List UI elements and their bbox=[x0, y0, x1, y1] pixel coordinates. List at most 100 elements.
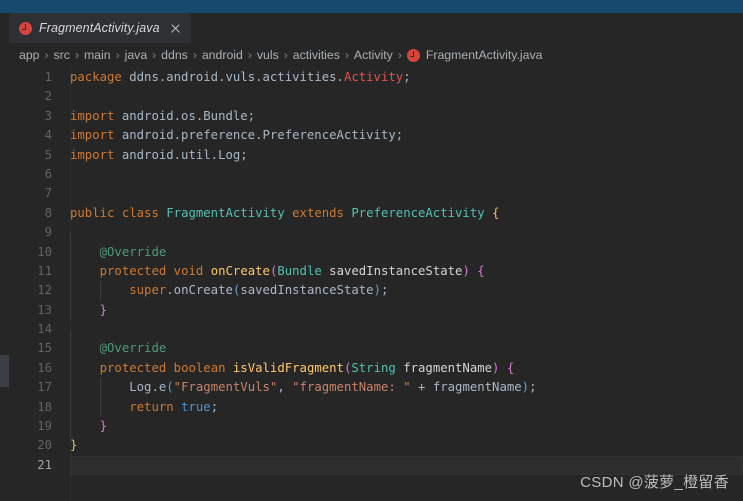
code-line[interactable]: 18 return true; bbox=[9, 397, 743, 418]
code-line[interactable]: 20} bbox=[9, 436, 743, 455]
indent-guide bbox=[70, 281, 71, 301]
line-number: 15 bbox=[37, 341, 52, 356]
ide-window: FragmentActivity.java app › src › main › java ›… bbox=[0, 0, 743, 501]
code-line[interactable]: 12 super.onCreate(savedInstanceState); bbox=[9, 281, 743, 301]
indent-guide bbox=[70, 358, 71, 379]
code-line[interactable]: 4 import android.preference.PreferenceAct… bbox=[9, 126, 743, 145]
code-line[interactable]: 15 @Override bbox=[9, 339, 743, 359]
breadcrumb-item-java[interactable]: java bbox=[125, 48, 148, 62]
line-number: 7 bbox=[44, 186, 52, 201]
left-tool-strip[interactable] bbox=[0, 13, 9, 501]
code-token: void bbox=[173, 263, 204, 278]
code-token: String bbox=[351, 360, 396, 375]
breadcrumb: app › src › main › java › ddns › android › vuls › acti… bbox=[9, 45, 743, 65]
breadcrumb-item-file[interactable]: FragmentActivity.java bbox=[406, 48, 542, 62]
code-token: true bbox=[181, 399, 211, 414]
line-number: 2 bbox=[44, 89, 52, 104]
code-token: ; bbox=[403, 70, 411, 84]
code-token: protected bbox=[99, 263, 167, 278]
code-token: FragmentActivity bbox=[166, 205, 285, 220]
editor-tab-fragmentactivity[interactable]: FragmentActivity.java bbox=[9, 13, 191, 43]
code-token: ) bbox=[521, 380, 530, 395]
indent-guide bbox=[70, 417, 71, 437]
code-token: ) bbox=[462, 263, 470, 278]
code-token: android.os.Bundle; bbox=[114, 108, 256, 123]
close-icon[interactable] bbox=[169, 22, 182, 35]
breadcrumb-item-android[interactable]: android bbox=[202, 48, 243, 62]
code-line[interactable]: 1 package ddns.android.vuls.activities.Ac… bbox=[9, 68, 743, 87]
code-token: savedInstanceState bbox=[240, 283, 374, 298]
code-line[interactable]: 2 bbox=[9, 87, 743, 106]
code-token: savedInstanceState bbox=[321, 263, 463, 278]
breadcrumb-item-main[interactable]: main bbox=[84, 48, 111, 62]
indent-guide bbox=[99, 281, 101, 301]
code-token: ; bbox=[380, 283, 389, 298]
breadcrumb-item-ddns[interactable]: ddns bbox=[161, 48, 188, 62]
code-line[interactable]: 10 @Override bbox=[9, 242, 743, 262]
code-token: ( bbox=[166, 380, 174, 395]
code-line[interactable]: 13 } bbox=[9, 300, 743, 321]
code-text: import android.util.Log; bbox=[61, 146, 743, 165]
line-number: 20 bbox=[37, 438, 52, 453]
code-token: { bbox=[506, 360, 515, 375]
breadcrumb-item-src[interactable]: src bbox=[54, 48, 70, 62]
code-text: @Override bbox=[61, 242, 743, 262]
code-token: fragmentName bbox=[432, 380, 522, 395]
breadcrumb-separator-icon: › bbox=[74, 48, 79, 62]
indent-guide bbox=[99, 378, 101, 398]
code-line[interactable]: 17 Log.e("FragmentVuls", "fragmentName: … bbox=[9, 378, 743, 398]
breadcrumb-item-app[interactable]: app bbox=[19, 48, 40, 62]
code-text: protected void onCreate(Bundle savedInst… bbox=[61, 261, 743, 282]
code-line[interactable]: 8 public class FragmentActivity extends P… bbox=[9, 204, 743, 223]
line-number: 18 bbox=[37, 399, 52, 414]
indent-guide bbox=[70, 300, 71, 321]
breadcrumb-item-activities[interactable]: activities bbox=[293, 48, 340, 62]
code-line[interactable]: 16 protected boolean isValidFragment(Str… bbox=[9, 358, 743, 379]
code-line[interactable]: 9 bbox=[9, 223, 743, 253]
line-number: 10 bbox=[37, 244, 52, 259]
code-token: package bbox=[70, 70, 122, 84]
code-text: return true; bbox=[61, 397, 743, 418]
breadcrumb-separator-icon: › bbox=[115, 48, 120, 62]
code-token: protected bbox=[99, 360, 167, 375]
code-line[interactable]: 19 } bbox=[9, 417, 743, 437]
code-line[interactable]: 5 import android.util.Log; bbox=[9, 146, 743, 165]
code-token: fragmentName bbox=[395, 360, 493, 375]
line-number: 12 bbox=[37, 283, 52, 298]
code-line[interactable]: 6 bbox=[9, 165, 743, 184]
code-line[interactable]: 11 protected void onCreate(Bundle savedI… bbox=[9, 261, 743, 282]
code-line[interactable]: 7 bbox=[9, 184, 743, 203]
breadcrumb-separator-icon: › bbox=[344, 48, 349, 62]
line-number: 4 bbox=[44, 128, 52, 143]
breadcrumb-item-activity[interactable]: Activity bbox=[354, 48, 393, 62]
line-number: 6 bbox=[44, 166, 52, 181]
code-editor[interactable]: 1 package ddns.android.vuls.activities.Ac… bbox=[9, 65, 743, 501]
line-number: 9 bbox=[44, 225, 52, 240]
code-token: isValidFragment bbox=[232, 360, 344, 375]
code-text: import android.os.Bundle; bbox=[61, 107, 743, 126]
code-token: android.preference.PreferenceActivity; bbox=[114, 128, 404, 143]
breadcrumb-item-vuls[interactable]: vuls bbox=[257, 48, 279, 62]
code-token: boolean bbox=[173, 360, 226, 375]
breadcrumb-separator-icon: › bbox=[44, 48, 49, 62]
java-class-icon bbox=[406, 48, 420, 62]
code-token: ) bbox=[373, 283, 381, 298]
code-token: Activity bbox=[343, 70, 404, 84]
code-token: ; bbox=[529, 380, 537, 395]
watermark: CSDN @菠萝_橙留香 bbox=[580, 474, 729, 491]
code-token: onCreate bbox=[210, 263, 270, 278]
indent-guide bbox=[70, 378, 71, 398]
code-line[interactable]: 14 bbox=[9, 320, 743, 350]
code-token: Bundle bbox=[277, 263, 322, 278]
code-token: class bbox=[121, 205, 159, 220]
code-line[interactable]: 3 import android.os.Bundle; bbox=[9, 107, 743, 126]
